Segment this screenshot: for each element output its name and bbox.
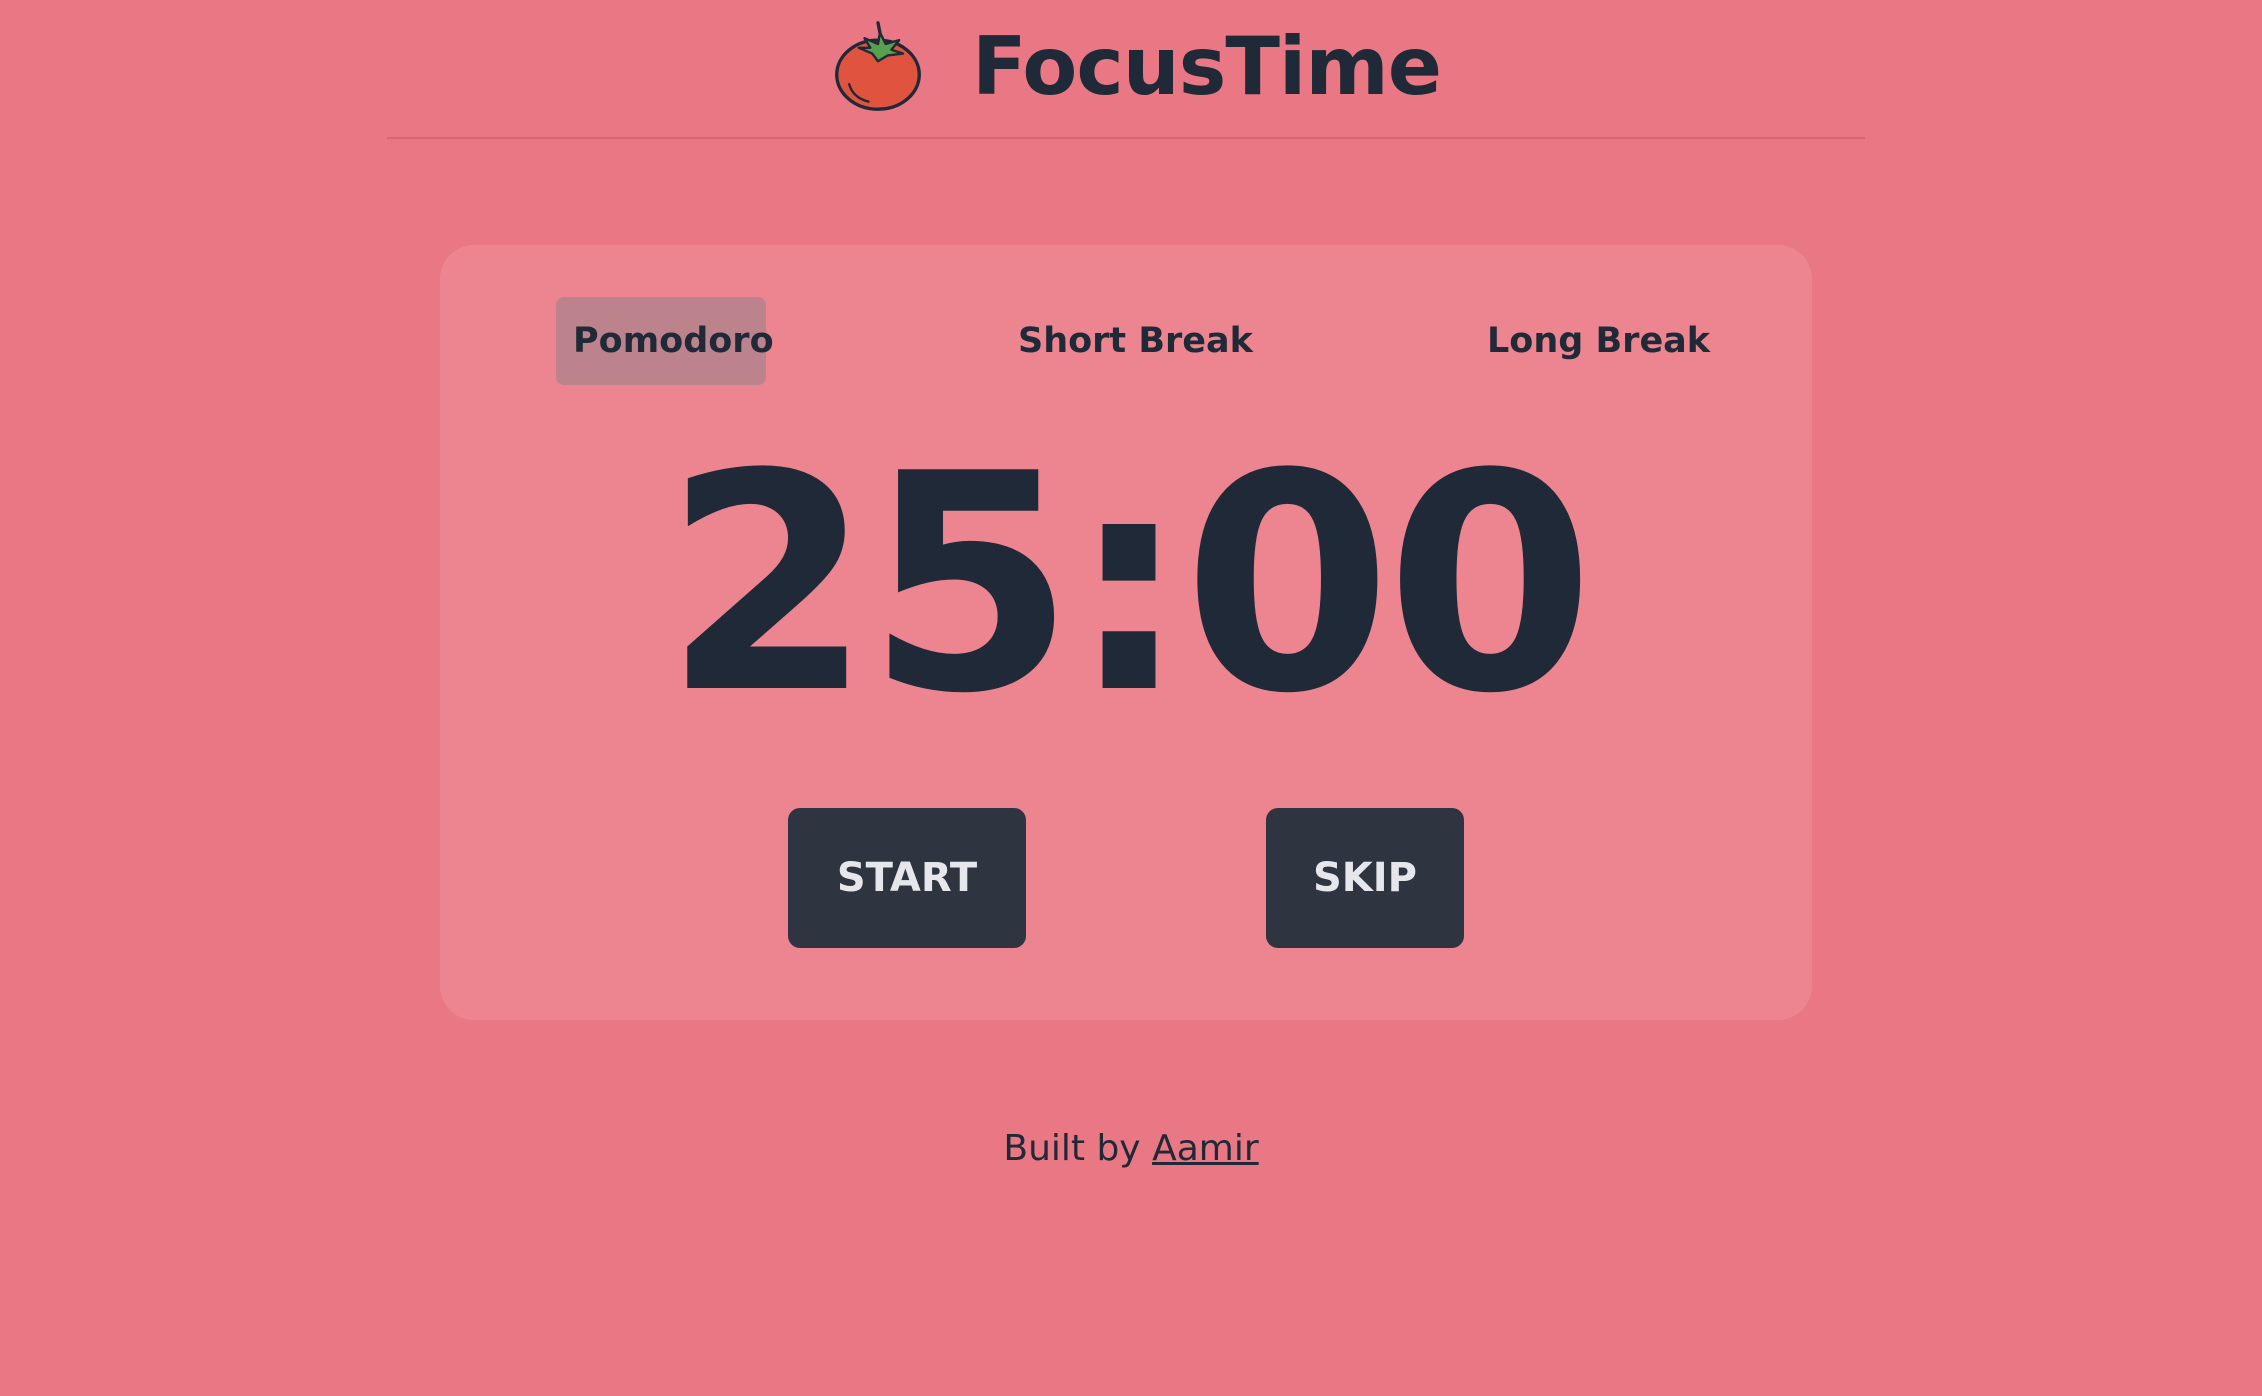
tab-long-break[interactable]: Long Break — [1469, 297, 1728, 385]
brand: FocusTime — [830, 12, 1442, 122]
app-header: FocusTime — [0, 0, 2262, 139]
author-link[interactable]: Aamir — [1152, 1128, 1259, 1169]
app-title: FocusTime — [972, 20, 1442, 113]
footer-prefix: Built by — [1003, 1128, 1153, 1169]
header-divider — [387, 137, 1865, 139]
timer-card: Pomodoro Short Break Long Break 25:00 ST… — [440, 245, 1812, 1020]
tab-pomodoro[interactable]: Pomodoro — [556, 297, 774, 385]
tomato-icon — [835, 21, 921, 111]
timer-display: 25:00 — [663, 410, 1595, 759]
start-button[interactable]: START — [788, 808, 1026, 948]
skip-button[interactable]: SKIP — [1266, 808, 1464, 948]
tab-short-break[interactable]: Short Break — [1000, 297, 1271, 385]
footer: Built by Aamir — [0, 1128, 2262, 1169]
